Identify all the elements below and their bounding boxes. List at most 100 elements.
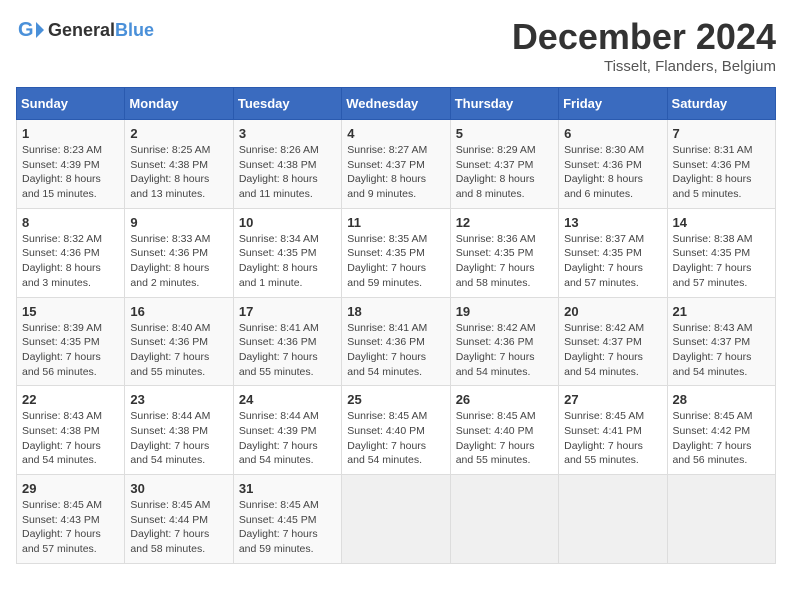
day-info: Sunrise: 8:23 AMSunset: 4:39 PMDaylight:… — [22, 143, 119, 202]
day-cell: 29 Sunrise: 8:45 AMSunset: 4:43 PMDayligh… — [17, 475, 125, 564]
svg-text:G: G — [18, 19, 34, 41]
day-number: 31 — [239, 481, 336, 496]
logo: G GeneralBlue — [16, 16, 154, 44]
day-info: Sunrise: 8:29 AMSunset: 4:37 PMDaylight:… — [456, 143, 553, 202]
logo-icon: G — [16, 16, 44, 44]
day-info: Sunrise: 8:40 AMSunset: 4:36 PMDaylight:… — [130, 321, 227, 380]
weekday-header-thursday: Thursday — [450, 88, 558, 120]
day-cell: 22 Sunrise: 8:43 AMSunset: 4:38 PMDayligh… — [17, 386, 125, 475]
day-number: 19 — [456, 304, 553, 319]
logo-blue-text: Blue — [115, 20, 154, 40]
day-number: 12 — [456, 215, 553, 230]
day-number: 2 — [130, 126, 227, 141]
weekday-header-sunday: Sunday — [17, 88, 125, 120]
day-cell: 13Sunrise: 8:37 AMSunset: 4:35 PMDayligh… — [559, 208, 667, 297]
day-cell: 19 Sunrise: 8:42 AMSunset: 4:36 PMDayligh… — [450, 297, 558, 386]
weekday-header-wednesday: Wednesday — [342, 88, 450, 120]
day-number: 6 — [564, 126, 661, 141]
title-area: December 2024 Tisselt, Flanders, Belgium — [512, 16, 776, 75]
day-cell: 9 Sunrise: 8:33 AMSunset: 4:36 PMDaylight… — [125, 208, 233, 297]
day-info: Sunrise: 8:45 AMSunset: 4:43 PMDaylight:… — [22, 498, 119, 557]
day-info: Sunrise: 8:42 AMSunset: 4:37 PMDaylight:… — [564, 321, 661, 380]
day-info: Sunrise: 8:42 AMSunset: 4:36 PMDaylight:… — [456, 321, 553, 380]
day-cell: 6 Sunrise: 8:30 AMSunset: 4:36 PMDaylight… — [559, 120, 667, 209]
day-number: 8 — [22, 215, 119, 230]
day-cell: 28 Sunrise: 8:45 AMSunset: 4:42 PMDayligh… — [667, 386, 775, 475]
day-cell: 8Sunrise: 8:32 AMSunset: 4:36 PMDaylight… — [17, 208, 125, 297]
day-info: Sunrise: 8:45 AMSunset: 4:40 PMDaylight:… — [347, 409, 444, 468]
day-cell: 3 Sunrise: 8:26 AMSunset: 4:38 PMDaylight… — [233, 120, 341, 209]
day-info: Sunrise: 8:31 AMSunset: 4:36 PMDaylight:… — [673, 143, 770, 202]
day-cell: 7 Sunrise: 8:31 AMSunset: 4:36 PMDaylight… — [667, 120, 775, 209]
day-cell: 26Sunrise: 8:45 AMSunset: 4:40 PMDayligh… — [450, 386, 558, 475]
day-number: 28 — [673, 392, 770, 407]
day-number: 25 — [347, 392, 444, 407]
day-number: 24 — [239, 392, 336, 407]
day-info: Sunrise: 8:39 AMSunset: 4:35 PMDaylight:… — [22, 321, 119, 380]
day-info: Sunrise: 8:34 AMSunset: 4:35 PMDaylight:… — [239, 232, 336, 291]
day-number: 21 — [673, 304, 770, 319]
day-info: Sunrise: 8:27 AMSunset: 4:37 PMDaylight:… — [347, 143, 444, 202]
day-cell: 16 Sunrise: 8:40 AMSunset: 4:36 PMDayligh… — [125, 297, 233, 386]
day-number: 29 — [22, 481, 119, 496]
day-cell: 18Sunrise: 8:41 AMSunset: 4:36 PMDayligh… — [342, 297, 450, 386]
weekday-header-friday: Friday — [559, 88, 667, 120]
day-cell: 17 Sunrise: 8:41 AMSunset: 4:36 PMDayligh… — [233, 297, 341, 386]
day-info: Sunrise: 8:44 AMSunset: 4:39 PMDaylight:… — [239, 409, 336, 468]
day-info: Sunrise: 8:33 AMSunset: 4:36 PMDaylight:… — [130, 232, 227, 291]
day-number: 16 — [130, 304, 227, 319]
day-cell: 23Sunrise: 8:44 AMSunset: 4:38 PMDayligh… — [125, 386, 233, 475]
day-cell: 4 Sunrise: 8:27 AMSunset: 4:37 PMDaylight… — [342, 120, 450, 209]
day-number: 10 — [239, 215, 336, 230]
day-number: 7 — [673, 126, 770, 141]
week-row-2: 8Sunrise: 8:32 AMSunset: 4:36 PMDaylight… — [17, 208, 776, 297]
week-row-5: 29 Sunrise: 8:45 AMSunset: 4:43 PMDayligh… — [17, 475, 776, 564]
weekday-header-tuesday: Tuesday — [233, 88, 341, 120]
day-info: Sunrise: 8:41 AMSunset: 4:36 PMDaylight:… — [347, 321, 444, 380]
day-number: 27 — [564, 392, 661, 407]
day-cell: 27 Sunrise: 8:45 AMSunset: 4:41 PMDayligh… — [559, 386, 667, 475]
day-info: Sunrise: 8:45 AMSunset: 4:41 PMDaylight:… — [564, 409, 661, 468]
day-cell: 21 Sunrise: 8:43 AMSunset: 4:37 PMDayligh… — [667, 297, 775, 386]
day-number: 13 — [564, 215, 661, 230]
day-cell: 30Sunrise: 8:45 AMSunset: 4:44 PMDayligh… — [125, 475, 233, 564]
day-number: 1 — [22, 126, 119, 141]
day-cell: 24 Sunrise: 8:44 AMSunset: 4:39 PMDayligh… — [233, 386, 341, 475]
weekday-header-saturday: Saturday — [667, 88, 775, 120]
day-info: Sunrise: 8:25 AMSunset: 4:38 PMDaylight:… — [130, 143, 227, 202]
day-cell — [342, 475, 450, 564]
day-number: 22 — [22, 392, 119, 407]
week-row-3: 15Sunrise: 8:39 AMSunset: 4:35 PMDayligh… — [17, 297, 776, 386]
day-number: 20 — [564, 304, 661, 319]
day-cell: 20 Sunrise: 8:42 AMSunset: 4:37 PMDayligh… — [559, 297, 667, 386]
day-info: Sunrise: 8:26 AMSunset: 4:38 PMDaylight:… — [239, 143, 336, 202]
day-cell: 31 Sunrise: 8:45 AMSunset: 4:45 PMDayligh… — [233, 475, 341, 564]
calendar-table: SundayMondayTuesdayWednesdayThursdayFrid… — [16, 87, 776, 564]
day-info: Sunrise: 8:30 AMSunset: 4:36 PMDaylight:… — [564, 143, 661, 202]
day-cell: 2 Sunrise: 8:25 AMSunset: 4:38 PMDaylight… — [125, 120, 233, 209]
day-cell: 11Sunrise: 8:35 AMSunset: 4:35 PMDayligh… — [342, 208, 450, 297]
day-info: Sunrise: 8:35 AMSunset: 4:35 PMDaylight:… — [347, 232, 444, 291]
day-number: 4 — [347, 126, 444, 141]
day-info: Sunrise: 8:45 AMSunset: 4:45 PMDaylight:… — [239, 498, 336, 557]
day-info: Sunrise: 8:43 AMSunset: 4:38 PMDaylight:… — [22, 409, 119, 468]
day-number: 5 — [456, 126, 553, 141]
day-info: Sunrise: 8:45 AMSunset: 4:42 PMDaylight:… — [673, 409, 770, 468]
day-info: Sunrise: 8:36 AMSunset: 4:35 PMDaylight:… — [456, 232, 553, 291]
day-number: 23 — [130, 392, 227, 407]
day-info: Sunrise: 8:43 AMSunset: 4:37 PMDaylight:… — [673, 321, 770, 380]
day-info: Sunrise: 8:45 AMSunset: 4:40 PMDaylight:… — [456, 409, 553, 468]
weekday-header-monday: Monday — [125, 88, 233, 120]
logo-general-text: General — [48, 20, 115, 40]
day-number: 30 — [130, 481, 227, 496]
day-cell: 5 Sunrise: 8:29 AMSunset: 4:37 PMDaylight… — [450, 120, 558, 209]
day-cell: 14Sunrise: 8:38 AMSunset: 4:35 PMDayligh… — [667, 208, 775, 297]
day-cell: 25 Sunrise: 8:45 AMSunset: 4:40 PMDayligh… — [342, 386, 450, 475]
day-cell — [667, 475, 775, 564]
day-info: Sunrise: 8:41 AMSunset: 4:36 PMDaylight:… — [239, 321, 336, 380]
day-number: 3 — [239, 126, 336, 141]
day-cell — [559, 475, 667, 564]
week-row-1: 1 Sunrise: 8:23 AMSunset: 4:39 PMDaylight… — [17, 120, 776, 209]
day-number: 17 — [239, 304, 336, 319]
day-number: 9 — [130, 215, 227, 230]
